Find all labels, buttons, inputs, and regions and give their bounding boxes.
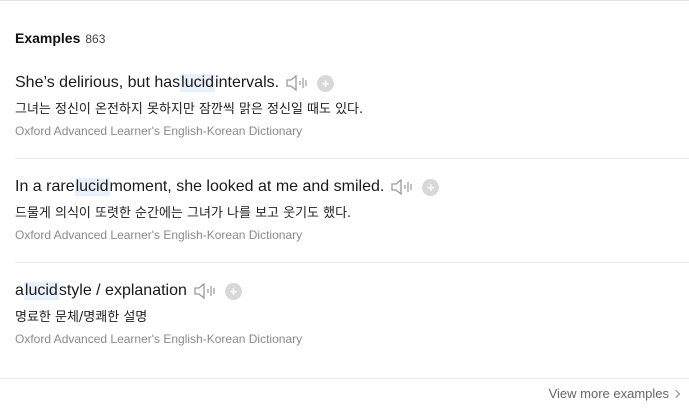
view-more-examples-link[interactable]: View more examples bbox=[548, 386, 681, 401]
speaker-icon[interactable] bbox=[285, 73, 311, 93]
keyword-highlight[interactable]: lucid bbox=[180, 74, 216, 92]
example-item: In a rare lucid moment, she looked at me… bbox=[0, 176, 689, 256]
sentence-text: style / explanation bbox=[58, 282, 187, 299]
sentence-text: She’s delirious, but has bbox=[15, 74, 181, 91]
sentence-text: moment, she looked at me and smiled. bbox=[109, 178, 385, 195]
keyword-highlight[interactable]: lucid bbox=[74, 178, 110, 196]
example-count: 863 bbox=[85, 32, 106, 46]
examples-header: Examples 863 bbox=[15, 30, 105, 46]
add-icon[interactable]: + bbox=[422, 178, 440, 196]
keyword-highlight[interactable]: lucid bbox=[23, 282, 59, 300]
add-icon[interactable]: + bbox=[224, 282, 242, 300]
view-more-label: View more examples bbox=[548, 386, 669, 401]
section-title: Examples bbox=[15, 30, 81, 46]
dictionary-source: Oxford Advanced Learner's English-Korean… bbox=[15, 332, 303, 346]
example-sentence: She’s delirious, but has lucid intervals… bbox=[15, 72, 335, 94]
speaker-icon[interactable] bbox=[193, 281, 219, 301]
sentence-text: In a rare bbox=[15, 178, 75, 195]
sentence-text: a bbox=[15, 282, 24, 299]
top-border bbox=[0, 0, 689, 1]
speaker-icon[interactable] bbox=[390, 177, 416, 197]
example-item: a lucid style / explanation + 명료한 문체/명쾌한… bbox=[0, 280, 689, 360]
example-sentence: In a rare lucid moment, she looked at me… bbox=[15, 176, 440, 198]
example-translation: 명료한 문체/명쾌한 설명 bbox=[15, 310, 148, 325]
example-translation: 드물게 의식이 또렷한 순간에는 그녀가 나를 보고 웃기도 했다. bbox=[15, 206, 352, 221]
dictionary-source: Oxford Advanced Learner's English-Korean… bbox=[15, 228, 303, 242]
example-item: She’s delirious, but has lucid intervals… bbox=[0, 72, 689, 152]
add-icon[interactable]: + bbox=[317, 74, 335, 92]
sentence-text: intervals. bbox=[215, 74, 280, 91]
chevron-right-icon bbox=[671, 389, 681, 398]
footer-divider bbox=[0, 378, 689, 379]
dictionary-source: Oxford Advanced Learner's English-Korean… bbox=[15, 124, 303, 138]
example-translation: 그녀는 정신이 온전하지 못하지만 잠깐씩 맑은 정신일 때도 있다. bbox=[15, 102, 364, 117]
divider bbox=[15, 158, 689, 159]
example-sentence: a lucid style / explanation + bbox=[15, 280, 242, 302]
divider bbox=[15, 262, 689, 263]
